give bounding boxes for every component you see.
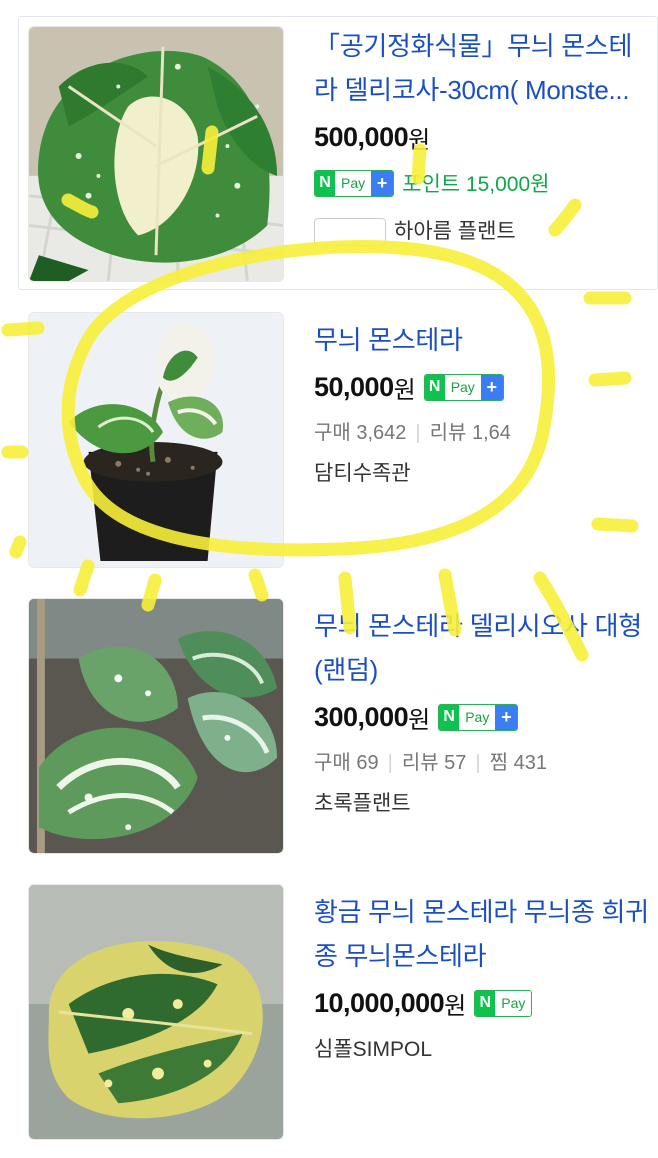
product-image-2[interactable]	[28, 312, 284, 568]
product-title-3[interactable]: 무늬 몬스테라 델리시오사 대형 (랜덤)	[314, 604, 650, 692]
price-row-3: 300,000 원 N Pay +	[314, 694, 650, 740]
npay-plus-badge: N Pay +	[438, 703, 519, 731]
plus-icon: +	[371, 170, 394, 196]
currency-label: 원	[408, 126, 431, 154]
naver-n-icon: N	[475, 990, 496, 1016]
purchase-count: 구매 3,642	[314, 422, 407, 444]
price-row-2: 50,000 원 N Pay +	[314, 364, 650, 410]
plus-icon: +	[495, 704, 518, 730]
naver-n-icon: N	[315, 170, 335, 196]
monstera-pot-photo-2	[29, 313, 283, 567]
seller-name-1[interactable]: 하아름 플랜트	[394, 212, 516, 252]
review-count[interactable]: 리뷰 1,64	[430, 422, 511, 444]
points-row-1: N Pay + 포인트 15,000원	[314, 160, 650, 206]
product-image-3[interactable]	[28, 598, 284, 854]
seller-logo-badge	[314, 218, 386, 246]
product-title-4[interactable]: 황금 무늬 몬스테라 무늬종 희귀종 무늬몬스테라	[314, 890, 650, 978]
seller-name-2[interactable]: 담티수족관	[314, 454, 411, 494]
npay-plus-badge: N Pay +	[423, 373, 504, 401]
product-price-2: 50,000	[314, 371, 394, 402]
npay-label: Pay	[459, 704, 496, 730]
seller-row-3[interactable]: 초록플랜트	[314, 784, 650, 824]
npay-label: Pay	[495, 990, 532, 1016]
seller-name-4[interactable]: 심폴SIMPOL	[314, 1030, 432, 1070]
stats-row-2: 구매 3,642 | 리뷰 1,64	[314, 412, 650, 454]
golden-monstera-leaf-photo-4	[29, 885, 283, 1139]
monstera-variegated-photo-1	[29, 27, 283, 281]
product-image-1[interactable]	[28, 26, 284, 282]
seller-row-1[interactable]: 하아름 플랜트	[314, 212, 650, 252]
npay-label: Pay	[335, 170, 372, 196]
npay-label: Pay	[444, 374, 481, 400]
review-count[interactable]: 리뷰 57	[402, 752, 467, 774]
product-image-4[interactable]	[28, 884, 284, 1140]
monstera-large-photo-3	[29, 599, 283, 853]
currency-label: 원	[408, 706, 431, 734]
npay-badge: N Pay	[474, 989, 533, 1017]
wish-count: 찜 431	[489, 752, 547, 774]
divider: |	[387, 752, 393, 774]
points-text: 포인트 15,000원	[402, 173, 550, 196]
product-title-1[interactable]: 「공기정화식물」무늬 몬스테라 델리코사-30cm( Monste...	[314, 24, 650, 112]
divider: |	[475, 752, 481, 774]
plus-icon: +	[480, 374, 503, 400]
naver-n-icon: N	[439, 704, 460, 730]
seller-name-3[interactable]: 초록플랜트	[314, 784, 411, 824]
product-price-4: 10,000,000	[314, 987, 445, 1018]
price-row-1: 500,000 원	[314, 114, 650, 160]
product-title-2[interactable]: 무늬 몬스테라	[314, 318, 650, 362]
currency-label: 원	[393, 376, 416, 404]
seller-row-2[interactable]: 담티수족관	[314, 454, 650, 494]
seller-row-4[interactable]: 심폴SIMPOL	[314, 1030, 650, 1070]
product-price-1: 500,000	[314, 121, 409, 152]
naver-n-icon: N	[424, 374, 445, 400]
stats-row-3: 구매 69 | 리뷰 57 | 찜 431	[314, 742, 650, 784]
npay-plus-badge: N Pay +	[314, 169, 395, 197]
purchase-count: 구매 69	[314, 752, 379, 774]
divider: |	[415, 422, 421, 444]
price-row-4: 10,000,000 원 N Pay	[314, 980, 650, 1026]
currency-label: 원	[444, 992, 467, 1020]
product-price-3: 300,000	[314, 701, 409, 732]
